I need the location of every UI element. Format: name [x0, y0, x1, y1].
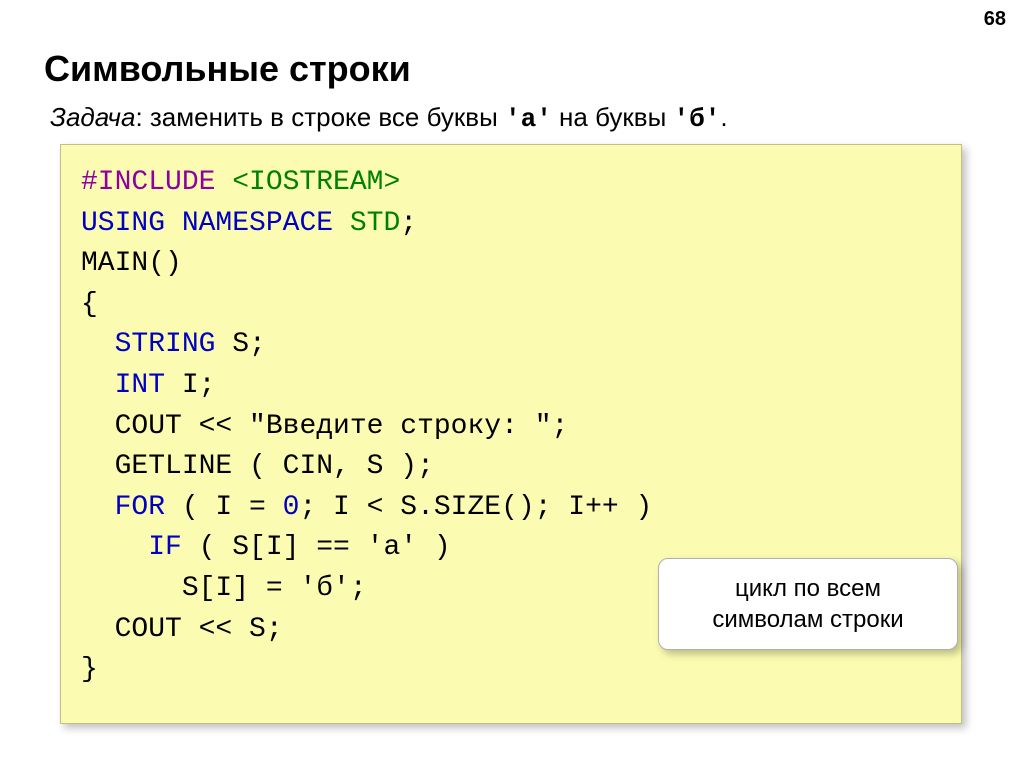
code-brace-close: } — [81, 654, 98, 685]
code-using-kw: using — [81, 208, 165, 239]
code-string-type: string — [81, 329, 215, 360]
code-for-kw: for — [81, 492, 165, 523]
code-semi-2: ; — [552, 411, 569, 442]
code-char-a: 'а' — [367, 532, 417, 563]
code-cout-2: cout — [81, 614, 182, 645]
code-getline: getline — [81, 451, 232, 482]
code-i-decl: i; — [165, 370, 215, 401]
code-main: main() — [81, 248, 182, 279]
code-s-decl: s; — [215, 329, 265, 360]
code-assign-a: s[i] = — [81, 573, 299, 604]
code-getline-args: ( cin, s ); — [232, 451, 434, 482]
callout-box: цикл по всем символам строки — [658, 558, 958, 650]
task-text-before: : заменить в строке все буквы — [135, 102, 505, 132]
code-std: std — [333, 208, 400, 239]
task-letter-a: 'а' — [505, 104, 552, 134]
callout-line-1: цикл по всем — [677, 573, 939, 604]
task-label: Задача — [50, 102, 135, 132]
code-brace-open: { — [81, 289, 98, 320]
task-text-mid: на буквы — [552, 102, 674, 132]
code-semi-1: ; — [400, 208, 417, 239]
page-title: Символьные строки — [44, 48, 411, 90]
code-cout-1: cout — [81, 411, 182, 442]
task-text-end: . — [720, 102, 727, 132]
code-int-type: int — [81, 370, 165, 401]
code-string-literal: "Введите строку: " — [249, 411, 551, 442]
callout-line-2: символам строки — [677, 604, 939, 635]
page-number: 68 — [984, 8, 1006, 31]
code-zero: 0 — [283, 492, 300, 523]
code-cout-2-rest: << s; — [182, 614, 283, 645]
code-include-kw: #include — [81, 167, 215, 198]
code-assign-semi: ; — [350, 573, 367, 604]
code-if-a: ( s[i] == — [182, 532, 367, 563]
code-include-lib: <iostream> — [215, 167, 400, 198]
code-for-b: ; i < s.size(); i++ ) — [299, 492, 652, 523]
task-description: Задача: заменить в строке все буквы 'а' … — [50, 102, 728, 134]
code-if-b: ) — [417, 532, 451, 563]
task-letter-b: 'б' — [674, 104, 721, 134]
code-namespace-kw: namespace — [165, 208, 333, 239]
code-if-kw: if — [81, 532, 182, 563]
code-char-b: 'б' — [299, 573, 349, 604]
code-for-a: ( i = — [165, 492, 283, 523]
code-op-1: << — [182, 411, 249, 442]
